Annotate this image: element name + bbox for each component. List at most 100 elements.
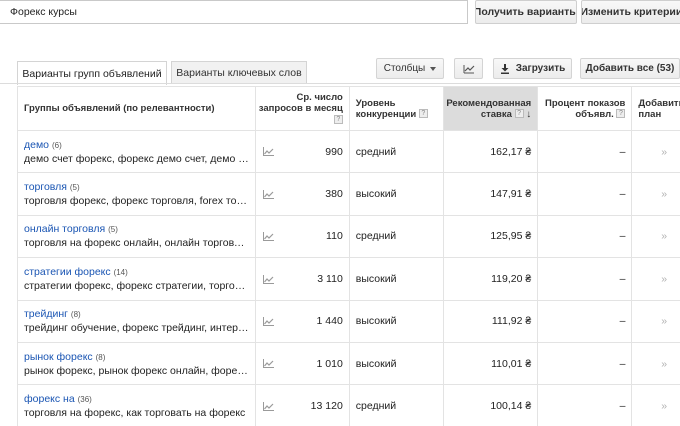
tab-keyword-ideas[interactable]: Варианты ключевых слов xyxy=(171,61,307,84)
download-label: Загрузить xyxy=(515,63,566,74)
table-row: демо (6) демо счет форекс, форекс демо с… xyxy=(17,129,680,174)
ad-group-cell: стратегии форекс (14) стратегии форекс, … xyxy=(17,257,256,301)
share-cell: – xyxy=(537,384,633,426)
ad-group-keywords: торговля на форекс онлайн, онлайн торгов… xyxy=(24,237,249,250)
add-all-button[interactable]: Добавить все (53) xyxy=(580,58,680,79)
share-cell: – xyxy=(537,299,633,343)
ad-group-link[interactable]: стратегии форекс xyxy=(24,266,111,278)
ad-group-count: (36) xyxy=(77,395,92,405)
bid-cell: 110,01 ₴ xyxy=(442,341,539,386)
tab-ad-group-ideas[interactable]: Варианты групп объявлений xyxy=(17,61,167,85)
get-ideas-button[interactable]: Получить варианты xyxy=(475,0,577,24)
ad-group-cell: форекс на (36) торговля на форекс, как т… xyxy=(17,384,256,426)
download-icon xyxy=(500,63,509,74)
ad-group-count: (8) xyxy=(95,352,106,362)
help-icon[interactable]: ? xyxy=(418,109,428,119)
table-row: торговля (5) торговля форекс, форекс тор… xyxy=(17,172,680,216)
volume-cell: 990 xyxy=(279,129,350,174)
volume-cell: 3 110 xyxy=(279,257,350,301)
add-to-plan-button[interactable]: » xyxy=(631,257,680,301)
trend-chart-icon[interactable] xyxy=(262,274,274,284)
ad-group-count: (14) xyxy=(113,267,128,277)
add-to-plan-button[interactable]: » xyxy=(631,299,680,343)
table-row: стратегии форекс (14) стратегии форекс, … xyxy=(17,257,680,301)
bid-cell: 100,14 ₴ xyxy=(442,384,539,426)
ad-group-link[interactable]: торговля xyxy=(24,181,67,193)
help-icon[interactable]: ? xyxy=(514,109,524,119)
trend-cell[interactable] xyxy=(254,341,280,386)
ad-group-link[interactable]: форекс на xyxy=(24,393,75,405)
add-to-plan-button[interactable]: » xyxy=(631,341,680,386)
ad-group-keywords: рынок форекс, рынок форекс онлайн, форек… xyxy=(24,364,249,377)
trend-chart-icon[interactable] xyxy=(262,147,274,157)
ad-group-link[interactable]: демо xyxy=(24,139,49,151)
competition-cell: высокий xyxy=(348,257,445,301)
add-to-plan-button[interactable]: » xyxy=(631,384,680,426)
volume-cell: 110 xyxy=(279,214,350,259)
trend-chart-icon[interactable] xyxy=(262,232,274,242)
col-header-add: Добавить в план xyxy=(631,86,680,131)
search-input[interactable] xyxy=(0,0,468,24)
line-chart-icon xyxy=(463,64,474,73)
table-row: форекс на (36) торговля на форекс, как т… xyxy=(17,384,680,426)
table-header-row: Группы объявлений (по релевантности) Ср.… xyxy=(17,86,680,131)
columns-button[interactable]: Столбцы xyxy=(376,58,444,79)
competition-cell: высокий xyxy=(348,299,445,343)
add-to-plan-button[interactable]: » xyxy=(631,172,680,216)
sort-desc-icon: ↓ xyxy=(526,108,532,120)
competition-cell: средний xyxy=(348,129,445,174)
share-cell: – xyxy=(537,172,633,216)
ad-group-link[interactable]: трейдинг xyxy=(24,308,68,320)
ad-group-keywords: торговля на форекс, как торговать на фор… xyxy=(24,407,246,420)
ad-group-keywords: стратегии форекс, форекс стратегии, торг… xyxy=(24,279,249,292)
ad-group-cell: демо (6) демо счет форекс, форекс демо с… xyxy=(17,129,256,174)
help-icon[interactable]: ? xyxy=(333,114,343,124)
trend-cell[interactable] xyxy=(254,172,280,216)
chevron-down-icon xyxy=(430,66,437,71)
tabs-divider xyxy=(0,83,680,84)
bid-cell: 111,92 ₴ xyxy=(442,299,539,343)
add-to-plan-button[interactable]: » xyxy=(631,129,680,174)
ad-group-link[interactable]: рынок форекс xyxy=(24,351,93,363)
table-row: трейдинг (8) трейдинг обучение, форекс т… xyxy=(17,299,680,343)
ad-group-cell: рынок форекс (8) рынок форекс, рынок фор… xyxy=(17,341,256,386)
volume-cell: 1 440 xyxy=(279,299,350,343)
share-cell: – xyxy=(537,257,633,301)
volume-cell: 380 xyxy=(279,172,350,216)
trend-cell[interactable] xyxy=(254,299,280,343)
bid-cell: 119,20 ₴ xyxy=(442,257,539,301)
trend-chart-icon[interactable] xyxy=(262,189,274,199)
trend-cell[interactable] xyxy=(254,257,280,301)
download-button[interactable]: Загрузить xyxy=(493,58,572,79)
bid-cell: 147,91 ₴ xyxy=(442,172,539,216)
col-header-volume[interactable]: Ср. число запросов в месяц ? xyxy=(254,86,350,131)
ad-group-count: (5) xyxy=(69,183,80,193)
table-row: онлайн торговля (5) торговля на форекс о… xyxy=(17,214,680,259)
ad-group-keywords: трейдинг обучение, форекс трейдинг, инте… xyxy=(24,322,249,335)
bid-cell: 125,95 ₴ xyxy=(442,214,539,259)
bid-cell: 162,17 ₴ xyxy=(442,129,539,174)
ad-group-keywords: демо счет форекс, форекс демо счет, демо… xyxy=(24,152,249,165)
trend-chart-icon[interactable] xyxy=(262,401,274,411)
modify-search-button[interactable]: Изменить критерии п xyxy=(581,0,680,24)
ad-group-keywords: торговля форекс, форекс торговля, forex … xyxy=(24,195,249,208)
competition-cell: высокий xyxy=(348,341,445,386)
col-header-group[interactable]: Группы объявлений (по релевантности) xyxy=(17,86,256,131)
col-header-competition[interactable]: Уровень конкуренции ? xyxy=(348,86,445,131)
chart-toggle-button[interactable] xyxy=(454,58,483,79)
add-to-plan-button[interactable]: » xyxy=(631,214,680,259)
col-header-bid[interactable]: Рекомендованная ставка ? ↓ xyxy=(442,86,539,131)
trend-cell[interactable] xyxy=(254,129,280,174)
help-icon[interactable]: ? xyxy=(616,109,626,119)
ad-group-link[interactable]: онлайн торговля xyxy=(24,223,105,235)
trend-chart-icon[interactable] xyxy=(262,316,274,326)
trend-cell[interactable] xyxy=(254,384,280,426)
table-row: рынок форекс (8) рынок форекс, рынок фор… xyxy=(17,341,680,386)
trend-cell[interactable] xyxy=(254,214,280,259)
col-header-share[interactable]: Процент показов объявл. ? xyxy=(537,86,633,131)
ad-group-count: (6) xyxy=(51,140,62,150)
ad-group-count: (5) xyxy=(108,225,118,235)
share-cell: – xyxy=(537,341,633,386)
trend-chart-icon[interactable] xyxy=(262,359,274,369)
share-cell: – xyxy=(537,214,633,259)
